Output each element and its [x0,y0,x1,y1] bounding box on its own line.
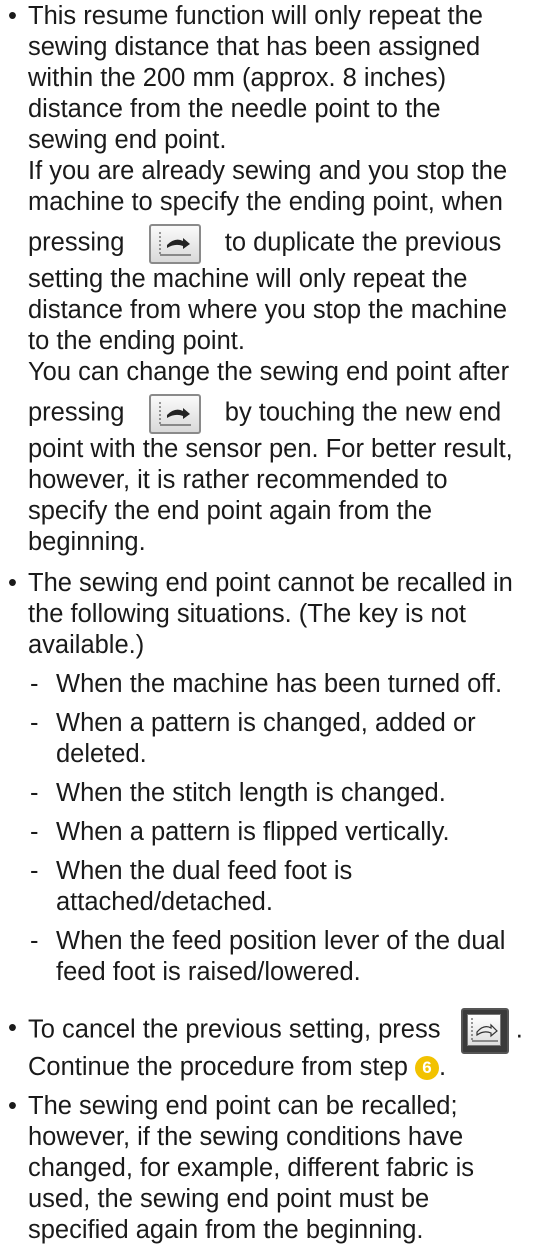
sub-item: When a pattern is changed, added or [56,709,476,737]
dash: - [30,709,39,737]
text-line: specify the end point again from the [28,497,433,525]
text-line: available.) [28,631,145,659]
dash: - [30,779,39,807]
text-fragment: To cancel the previous setting, press [28,1015,441,1044]
dash: - [30,670,39,698]
text-line: beginning. [28,528,146,556]
sewing-end-point-cancel-icon [471,1018,498,1042]
dash: - [30,927,39,955]
text-line: sewing end point. [28,126,227,154]
text-line: If you are already sewing and you stop t… [28,157,508,185]
bullet: • [8,1092,17,1120]
text-line: however, it is rather recommended to [28,466,448,494]
sewing-end-point-resume-icon [158,402,191,426]
text-line: changed, for example, different fabric i… [28,1154,475,1182]
text-line: machine to specify the ending point, whe… [28,188,503,216]
text-line: The sewing end point can be recalled; [28,1092,458,1120]
text-fragment: by touching the new end [224,398,502,427]
text-line-with-key: To cancel the previous setting, press . [28,1008,523,1054]
text-fragment: . [515,1015,523,1044]
sub-item: When the dual feed foot is [56,857,353,885]
text-line-with-key: pressing by touching the new end [28,394,501,434]
text-line: Continue the procedure from step 6. [28,1051,446,1083]
sub-item: When the stitch length is changed. [56,779,446,807]
text-line: to the ending point. [28,327,245,355]
step-number-badge: 6 [414,1056,439,1080]
text-fragment: pressing [28,228,125,257]
text-fragment: Continue the procedure from step [28,1053,408,1081]
text-line: specified again from the beginning. [28,1216,424,1244]
bullet: • [8,569,17,597]
sub-item: When a pattern is flipped vertically. [56,818,450,846]
text-line: the following situations. (The key is no… [28,600,466,628]
text-line: sewing distance that has been assigned [28,33,481,61]
text-line: You can change the sewing end point afte… [28,358,510,386]
resume-key-button[interactable] [148,394,201,434]
sub-item: When the machine has been turned off. [56,670,503,698]
text-fragment: to duplicate the previous [224,228,502,257]
text-line: used, the sewing end point must be [28,1185,430,1213]
bullet: • [8,1014,17,1042]
text-line-with-key: pressing to duplicate the previous [28,224,501,264]
sub-item: When the feed position lever of the dual [56,927,506,955]
text-fragment: pressing [28,398,125,427]
dash: - [30,818,39,846]
sub-item: feed foot is raised/lowered. [56,958,361,986]
resume-key-button[interactable] [148,224,201,264]
text-line: distance from the needle point to the [28,95,441,123]
text-line: point with the sensor pen. For better re… [28,435,513,463]
text-line: The sewing end point cannot be recalled … [28,569,513,597]
text-line: distance from where you stop the machine [28,296,508,324]
dash: - [30,857,39,885]
sub-item: attached/detached. [56,888,273,916]
text-line: however, if the sewing conditions have [28,1123,464,1151]
sewing-end-point-resume-icon [158,232,191,256]
text-fragment: . [438,1053,447,1081]
text-line: setting the machine will only repeat the [28,265,468,293]
sub-item: deleted. [56,740,147,768]
text-line: within the 200 mm (approx. 8 inches) [28,64,447,92]
bullet: • [8,2,17,30]
text-line: This resume function will only repeat th… [28,2,483,30]
cancel-key-button[interactable] [460,1008,509,1054]
